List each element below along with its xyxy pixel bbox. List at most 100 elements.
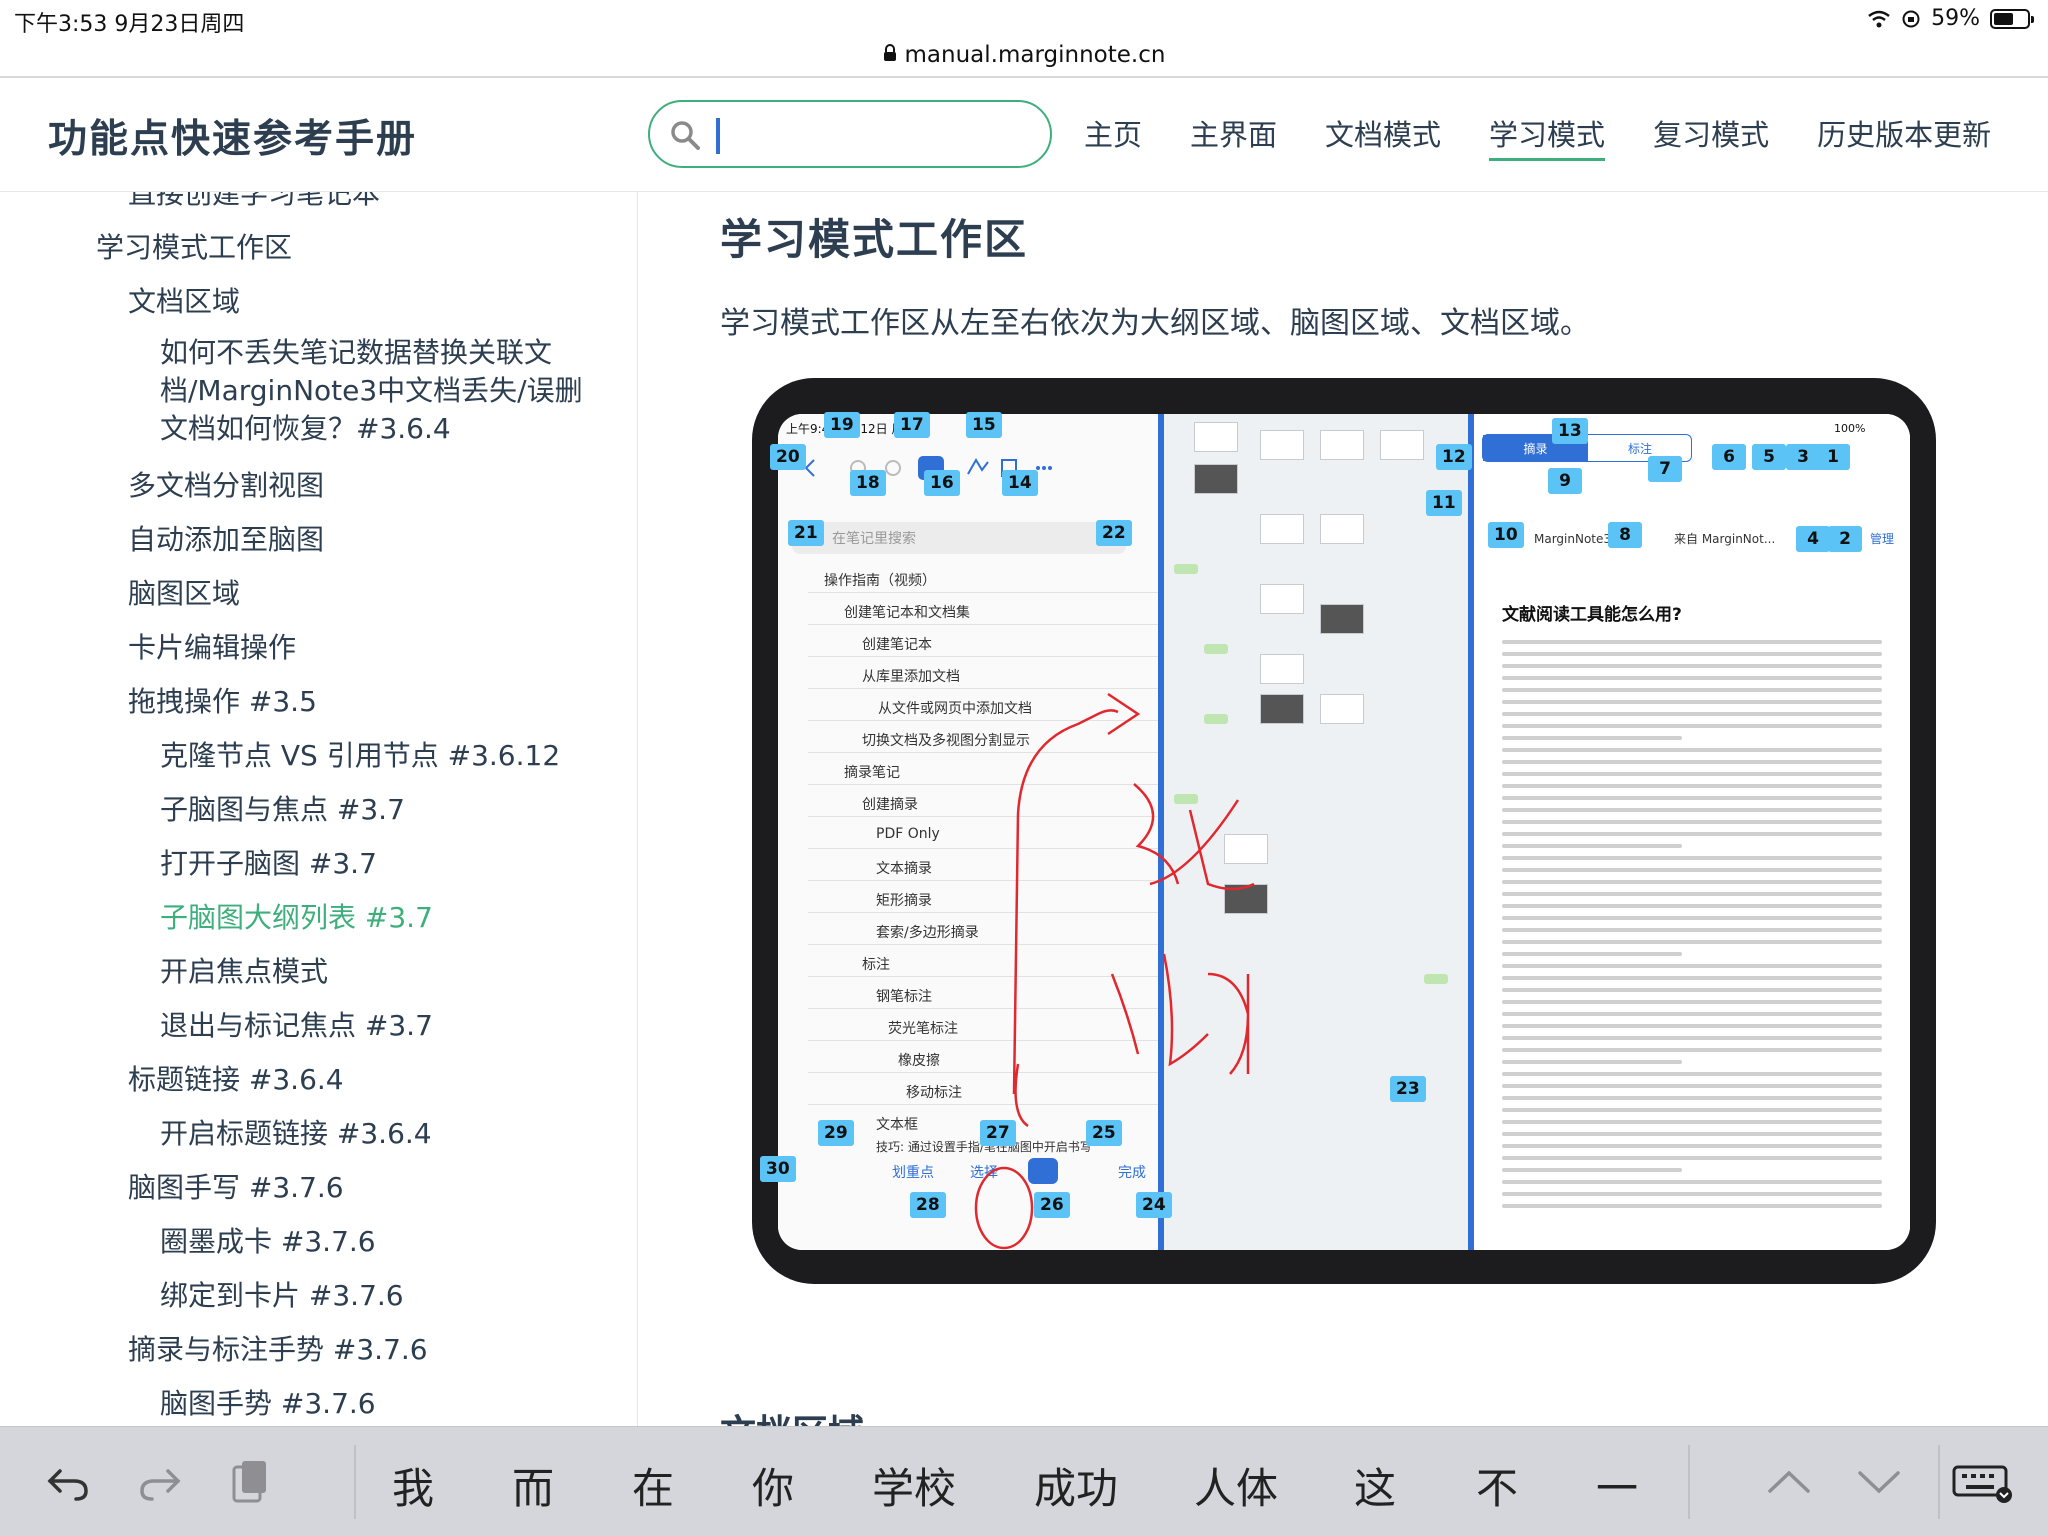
callout-tag: 24 [1136,1192,1172,1218]
sidebar-item[interactable]: 开启标题链接 #3.6.4 [160,1112,432,1152]
status-right: 59% [1867,6,2034,31]
chevron-up-icon[interactable] [1764,1457,1814,1507]
nav-study-mode[interactable]: 学习模式 [1489,112,1606,161]
callout-tag: 19 [824,412,860,438]
redo-icon[interactable] [134,1457,184,1507]
sidebar-item[interactable]: 标题链接 #3.6.4 [128,1058,344,1098]
sidebar-item-active[interactable]: 子脑图大纲列表 #3.7 [160,896,433,936]
callout-tag: 1 [1816,444,1850,470]
clipboard-icon[interactable] [224,1457,274,1507]
site-title[interactable]: 功能点快速参考手册 [48,108,417,164]
callout-tag: 11 [1426,490,1462,516]
candidate-word[interactable]: 一 [1596,1455,1638,1516]
lock-icon [883,44,896,61]
orientation-lock-icon [1902,10,1920,27]
callout-tag: 9 [1548,468,1582,494]
nav-document-mode[interactable]: 文档模式 [1325,112,1441,161]
sidebar-item[interactable]: 学习模式工作区 [96,226,292,266]
candidate-word[interactable]: 而 [512,1455,554,1516]
callout-tag: 13 [1552,418,1588,444]
callout-tag: 4 [1796,526,1830,552]
nav-review-mode[interactable]: 复习模式 [1653,112,1769,161]
sidebar: 直接创建学习笔记本 学习模式工作区 文档区域 如何不丢失笔记数据替换关联文档/M… [0,192,638,1426]
bar-separator [1688,1445,1690,1519]
nav-main-interface[interactable]: 主界面 [1190,112,1277,161]
keyboard-suggestion-bar: 我 而 在 你 学校 成功 人体 这 不 一 [0,1426,2048,1536]
sidebar-item[interactable]: 卡片编辑操作 [128,626,296,666]
callout-tag: 3 [1786,444,1820,470]
callout-tag: 17 [894,412,930,438]
next-section-heading: 文档区域 [720,1404,864,1426]
section-paragraph: 学习模式工作区从左至右依次为大纲区域、脑图区域、文档区域。 [720,306,1590,341]
callout-tag: 6 [1712,444,1746,470]
sidebar-item[interactable]: 开启焦点模式 [160,950,328,990]
sidebar-item[interactable]: 脑图区域 [128,572,240,612]
callout-tag: 14 [1002,470,1038,496]
candidate-word[interactable]: 不 [1476,1455,1518,1516]
sidebar-item[interactable]: 拖拽操作 #3.5 [128,680,317,720]
undo-icon[interactable] [44,1457,94,1507]
sidebar-item[interactable]: 直接创建学习笔记本 [128,192,380,212]
callout-tag: 15 [966,412,1002,438]
callout-tag: 21 [788,520,824,546]
candidate-word[interactable]: 在 [632,1455,674,1516]
chevron-down-icon[interactable] [1854,1457,1904,1507]
callout-tag: 12 [1436,444,1472,470]
sidebar-item[interactable]: 绑定到卡片 #3.7.6 [160,1274,404,1314]
candidate-word[interactable]: 我 [392,1455,434,1516]
top-nav: 主页 主界面 文档模式 学习模式 复习模式 历史版本更新 [1084,112,2039,161]
callout-tag: 16 [924,470,960,496]
ipad-screenshot-image: 上午9:41 9月12日 周三 在笔记里搜索 操作指南（视频） 创建笔记本和文档… [752,378,1936,1284]
url-bar[interactable]: manual.marginnote.cn [0,34,2048,78]
callout-tag: 18 [850,470,886,496]
callout-tag: 8 [1608,522,1642,548]
sidebar-item[interactable]: 脑图手势 #3.7.6 [160,1382,376,1422]
sidebar-item[interactable]: 子脑图与焦点 #3.7 [160,788,405,828]
section-heading: 学习模式工作区 [720,215,1029,264]
candidate-word[interactable]: 成功 [1034,1455,1118,1516]
callout-tag: 28 [910,1192,946,1218]
sidebar-item[interactable]: 如何不丢失笔记数据替换关联文档/MarginNote3中文档丢失/误删文档如何恢… [160,334,600,448]
callout-tag: 20 [770,444,806,470]
search-icon [671,121,700,150]
sidebar-item[interactable]: 摘录与标注手势 #3.7.6 [128,1328,428,1368]
battery-icon [1990,8,2034,29]
wifi-icon [1868,10,1890,27]
callout-tag: 29 [818,1120,854,1146]
callout-tag: 22 [1096,520,1132,546]
callout-tag: 7 [1648,456,1682,482]
callout-tag: 27 [980,1120,1016,1146]
bar-separator [1938,1445,1940,1519]
search-box[interactable] [648,100,1052,168]
ipad-screen: 上午9:41 9月12日 周三 在笔记里搜索 操作指南（视频） 创建笔记本和文档… [778,414,1910,1250]
callout-tag: 26 [1034,1192,1070,1218]
url-domain: manual.marginnote.cn [904,42,1166,68]
candidate-word[interactable]: 学校 [872,1455,956,1516]
text-caret [716,118,720,154]
sidebar-item[interactable]: 多文档分割视图 [128,464,324,504]
sidebar-item[interactable]: 文档区域 [128,280,240,320]
callout-tag: 10 [1488,522,1524,548]
sidebar-item[interactable]: 克隆节点 VS 引用节点 #3.6.12 [160,734,560,774]
sidebar-item[interactable]: 退出与标记焦点 #3.7 [160,1004,433,1044]
search-input[interactable] [724,114,1024,158]
keyboard-icon[interactable] [1950,1457,2014,1507]
candidate-word[interactable]: 你 [752,1455,794,1516]
candidate-word[interactable]: 这 [1354,1455,1396,1516]
battery-percent: 59% [1931,6,1980,31]
callout-tag: 2 [1828,526,1862,552]
callout-tag: 5 [1752,444,1786,470]
sidebar-item[interactable]: 圈墨成卡 #3.7.6 [160,1220,376,1260]
sidebar-item[interactable]: 打开子脑图 #3.7 [160,842,377,882]
nav-version-history[interactable]: 历史版本更新 [1817,112,1991,161]
candidate-word[interactable]: 人体 [1194,1455,1278,1516]
callout-tag: 30 [760,1156,796,1182]
bar-separator [354,1445,356,1519]
callout-tag: 25 [1086,1120,1122,1146]
sidebar-item[interactable]: 自动添加至脑图 [128,518,324,558]
site-header: 功能点快速参考手册 主页 主界面 文档模式 学习模式 复习模式 历史版本更新 [0,80,2048,192]
sidebar-item[interactable]: 脑图手写 #3.7.6 [128,1166,344,1206]
handwriting-annotation [974,692,1255,1250]
callout-tag: 23 [1390,1076,1426,1102]
nav-home[interactable]: 主页 [1084,112,1142,161]
